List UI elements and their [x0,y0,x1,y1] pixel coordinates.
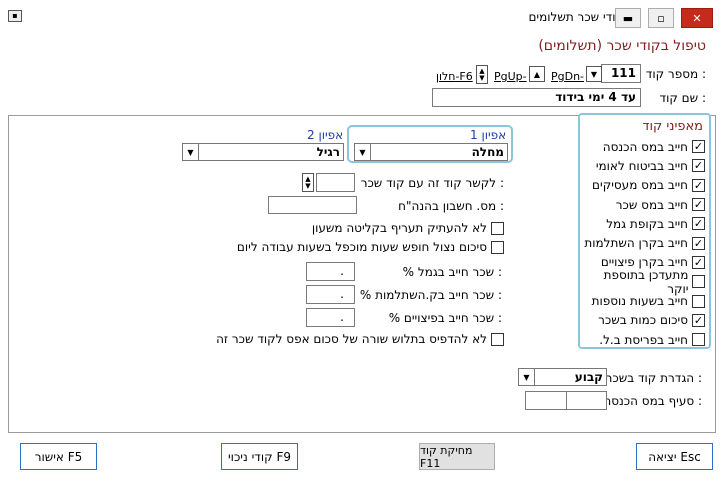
property-row[interactable]: חייב בפריסת ב.ל. [583,330,705,349]
chevron-down-icon[interactable]: ▼ [355,144,371,160]
option2-label: אפיון 2 [307,128,344,142]
option1-label: אפיון 1 [470,128,507,142]
property-label: חייב במס מעסיקים [592,178,688,193]
close-button[interactable]: ✕ [681,8,713,28]
name-label: שם קוד : [659,91,706,105]
property-row[interactable]: מתעדכן בתוספת יוקר [583,268,705,296]
delete-code-button[interactable]: מחיקת קוד F11 [419,443,495,470]
severance-pct-label: % שכר חייב בפיצויים : [388,311,502,325]
property-label: חייב במס שכר [615,197,688,212]
severance-pct-input[interactable]: . [306,308,355,327]
pension-pct-label: % שכר חייב בגמל : [402,265,502,279]
code-label: מספר קוד : [645,67,706,81]
property-label: מתעדכן בתוספת יוקר [603,267,689,296]
pgup-link[interactable]: PgUp- [494,70,527,83]
window-f6-link[interactable]: חלון-F6 [436,70,473,83]
code-input[interactable]: 111 [601,64,641,83]
definition-label: הגדרת קוד בשכר : [605,371,702,385]
property-label: חייב במס הכנסה [602,139,688,154]
definition-combo[interactable]: ▼ קבוע [518,368,607,386]
property-checkbox[interactable]: ✓ [692,198,705,212]
property-label: חייב בקופת גמל [606,216,688,231]
chevron-down-icon[interactable]: ▼ [183,144,199,160]
no-copy-rate-label: לא להעתיק תעריף בקליטה משעון [311,221,487,235]
window-title: קודי שכר תשלומים [528,10,624,24]
code-dropdown-arrow[interactable]: ▼ [586,66,602,82]
tax-clause-input-1[interactable] [566,391,607,410]
sick-hours-checkbox[interactable] [491,240,504,254]
property-checkbox[interactable]: ✓ [692,217,705,231]
exit-button[interactable]: יציאה Esc [636,443,713,470]
no-print-zero-row[interactable]: לא להדפיס בתלוש שורה של סכום אפס לקוד שכ… [216,332,504,346]
window-spin-icon[interactable]: ▲ ▼ [476,65,488,84]
property-label: חייב בביטוח לאומי [595,158,688,173]
sick-hours-label: סיכום נצול חופש שעות מוכפל בשעות עבודה ל… [236,240,487,254]
property-row[interactable]: ✓ חייב בקופת גמל [583,214,705,233]
property-row[interactable]: חייב בשעות נוספות [583,291,705,310]
account-label: מס. חשבון בהנה"ח : [398,199,504,213]
no-copy-rate-row[interactable]: לא להעתיק תעריף בקליטה משעון [312,221,504,235]
property-checkbox[interactable]: ✓ [692,178,705,192]
properties-group: מאפיני קוד ✓ חייב במס הכנסה ✓ חייב בביטוח ל… [578,113,711,349]
property-label: סיכום כמות בשכר [598,313,688,328]
deduction-codes-button[interactable]: קודי ניכוי F9 [221,443,298,470]
property-checkbox[interactable] [692,275,705,289]
property-label: חייב בקרן השתלמות [584,236,688,251]
chevron-down-icon[interactable]: ▼ [519,369,535,385]
name-input[interactable]: עד 4 ימי בידוד [432,88,641,107]
property-checkbox[interactable] [692,333,705,347]
study-pct-label: % שכר חייב בק.השתלמות : [359,288,502,302]
property-label: חייב בשעות נוספות [591,294,688,309]
property-row[interactable]: ✓ חייב במס מעסיקים [583,176,705,195]
property-row[interactable]: ✓ חייב בקרן השתלמות [583,233,705,252]
maximize-button[interactable]: ▫ [648,8,674,28]
property-row[interactable]: ✓ חייב בביטוח לאומי [583,156,705,175]
no-print-zero-checkbox[interactable] [491,332,504,346]
sick-hours-row[interactable]: סיכום נצול חופש שעות מוכפל בשעות עבודה ל… [237,240,504,254]
page-title: טיפול בקודי שכר (תשלומים) [538,38,706,54]
option2-value: רגיל [316,145,340,159]
study-pct-input[interactable]: . [306,285,355,304]
property-row[interactable]: ✓ חייב במס שכר [583,195,705,214]
property-checkbox[interactable]: ✓ [692,159,705,173]
property-checkbox[interactable]: ✓ [692,140,705,154]
properties-list: ✓ חייב במס הכנסה ✓ חייב בביטוח לאומי ✓ חייב ב… [583,137,705,349]
pgup-arrow[interactable]: ▲ [529,66,545,82]
link-code-spin-icon[interactable]: ▲ ▼ [302,173,314,192]
tax-clause-input-2[interactable] [525,391,567,410]
no-print-zero-label: לא להדפיס בתלוש שורה של סכום אפס לקוד שכ… [216,332,487,346]
property-row[interactable]: ✓ סיכום כמות בשכר [583,311,705,330]
account-input[interactable] [268,196,357,214]
pension-pct-input[interactable]: . [306,262,355,281]
option2-combo[interactable]: ▼ רגיל [182,143,344,161]
link-code-input[interactable] [316,173,355,192]
tax-clause-label: סעיף במס הכנסה : [603,394,702,408]
option1-combo[interactable]: ▼ מחלה [354,143,508,161]
property-row[interactable]: ✓ חייב במס הכנסה [583,137,705,156]
pgdn-link[interactable]: PgDn- [551,70,584,83]
property-checkbox[interactable]: ✓ [692,236,705,250]
properties-title: מאפיני קוד [642,119,703,134]
property-label: חייב בפריסת ב.ל. [599,332,688,347]
no-copy-rate-checkbox[interactable] [491,221,504,235]
confirm-button[interactable]: אישור F5 [20,443,97,470]
property-checkbox[interactable] [692,294,705,308]
property-checkbox[interactable]: ✓ [692,255,705,269]
app-icon: ▪ [8,10,22,22]
minimize-button[interactable]: ▬ [615,8,641,28]
property-checkbox[interactable]: ✓ [692,313,705,327]
link-code-label: לקשר קוד זה עם קוד שכר : [360,176,504,190]
definition-value: קבוע [574,370,603,384]
title-bar: ▪ קודי שכר תשלומים ▬ ▫ ✕ [0,0,724,32]
option1-value: מחלה [471,145,504,159]
